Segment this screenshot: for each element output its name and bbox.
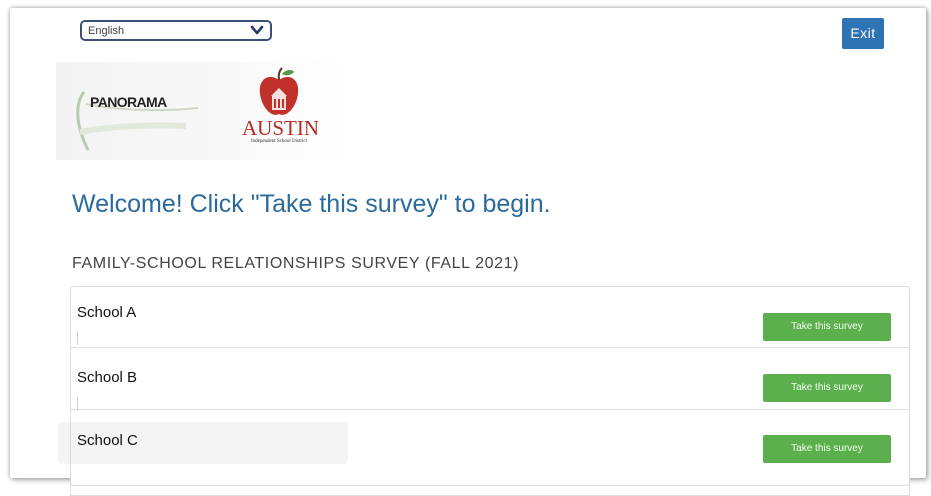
panorama-logo-text: PANORAMA	[90, 94, 167, 110]
school-row: School C Take this survey	[71, 416, 909, 476]
austin-isd-logo: AUSTIN Independent School District	[238, 66, 320, 150]
school-row: School A Take this survey	[71, 287, 909, 348]
austin-logo-text: AUSTIN	[242, 116, 319, 140]
school-name: School C	[77, 432, 138, 449]
take-survey-button[interactable]: Take this survey	[763, 313, 891, 341]
welcome-heading: Welcome! Click "Take this survey" to beg…	[72, 190, 551, 218]
school-name: School B	[77, 369, 138, 386]
exit-button[interactable]: Exit	[842, 18, 884, 49]
austin-logo-subtext: Independent School District	[250, 139, 308, 144]
language-select[interactable]: English	[80, 20, 272, 41]
panorama-swoosh-icon	[76, 91, 199, 151]
school-name: School A	[77, 304, 137, 321]
school-list-continued: School C Take this survey	[70, 416, 910, 496]
row-divider-mark	[77, 331, 78, 345]
take-survey-button[interactable]: Take this survey	[763, 435, 891, 463]
survey-title: FAMILY-SCHOOL RELATIONSHIPS SURVEY (FALL…	[72, 255, 520, 272]
panorama-logo: PANORAMA	[66, 72, 206, 152]
school-row: School B Take this survey	[71, 349, 909, 411]
row-divider-mark	[77, 397, 78, 411]
apple-icon	[259, 67, 299, 115]
language-select-value: English	[88, 25, 125, 37]
chevron-down-icon	[250, 25, 264, 35]
take-survey-button[interactable]: Take this survey	[763, 374, 891, 402]
